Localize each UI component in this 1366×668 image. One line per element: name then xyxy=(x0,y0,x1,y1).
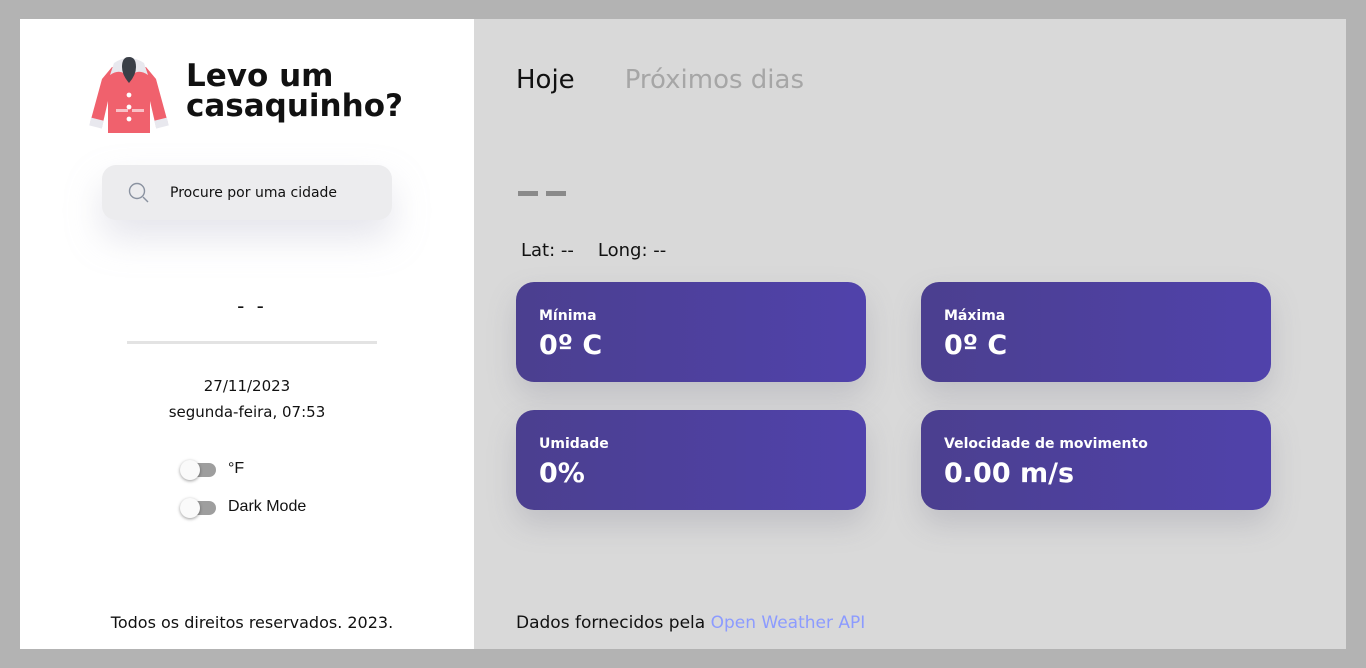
tab-proximos-dias[interactable]: Próximos dias xyxy=(625,65,804,95)
temperature-placeholder xyxy=(518,191,574,196)
latitude: Lat: -- xyxy=(521,240,574,261)
placeholder-dash xyxy=(518,191,538,196)
min-temp-card: Mínima 0º C xyxy=(516,282,866,382)
card-label: Velocidade de movimento xyxy=(944,436,1148,452)
humidity-card: Umidade 0% xyxy=(516,410,866,510)
card-value: 0% xyxy=(539,458,585,489)
card-label: Mínima xyxy=(539,308,597,324)
coordinates: Lat: -- Long: -- xyxy=(521,240,690,261)
max-temp-card: Máxima 0º C xyxy=(921,282,1271,382)
longitude: Long: -- xyxy=(597,240,667,261)
card-value: 0º C xyxy=(944,330,1008,361)
data-source-footer: Dados fornecidos pela Open Weather API xyxy=(516,613,865,633)
card-label: Máxima xyxy=(944,308,1006,324)
card-value: 0º C xyxy=(539,330,603,361)
placeholder-dash xyxy=(546,191,566,196)
main-content: Hoje Próximos dias Lat: -- Long: -- Míni… xyxy=(20,19,1346,649)
data-source-text: Dados fornecidos pela xyxy=(516,613,706,633)
tab-bar: Hoje Próximos dias xyxy=(516,65,854,95)
card-value: 0.00 m/s xyxy=(944,458,1075,489)
card-label: Umidade xyxy=(539,436,609,452)
wind-speed-card: Velocidade de movimento 0.00 m/s xyxy=(921,410,1271,510)
tab-hoje[interactable]: Hoje xyxy=(516,65,575,95)
open-weather-link[interactable]: Open Weather API xyxy=(711,613,866,633)
